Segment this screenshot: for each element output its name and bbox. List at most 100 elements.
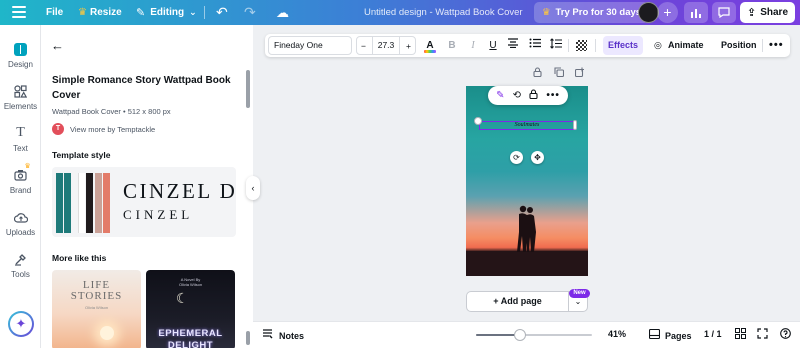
author-link[interactable]: T View more by Temptackle bbox=[52, 123, 155, 135]
tools-icon bbox=[14, 252, 28, 266]
rail-item-text[interactable]: T Text bbox=[0, 125, 41, 153]
comment-icon bbox=[718, 7, 730, 18]
animate-button[interactable]: ◎ Animate bbox=[654, 36, 704, 55]
rail-item-label: Design bbox=[8, 60, 33, 69]
color-swatch bbox=[95, 173, 102, 233]
lock-icon[interactable] bbox=[529, 89, 538, 102]
left-rail: Design Elements T Text ♛ Brand Uploads T… bbox=[0, 25, 41, 348]
panel-scrollbar[interactable] bbox=[246, 70, 250, 108]
divider bbox=[595, 39, 596, 52]
lock-icon[interactable] bbox=[533, 67, 542, 80]
text-color-bar bbox=[424, 50, 436, 53]
thumbnail-author: A Novel By Olivia Wilson bbox=[178, 277, 203, 287]
add-page-button[interactable]: + Add page bbox=[466, 291, 569, 312]
rail-item-design[interactable]: Design bbox=[0, 42, 41, 69]
more-like-this-heading: More like this bbox=[52, 253, 107, 263]
template-title: Simple Romance Story Wattpad Book Cover bbox=[52, 75, 231, 101]
panel-scrollbar-lower[interactable] bbox=[246, 331, 250, 345]
position-button[interactable]: Position bbox=[721, 36, 757, 55]
color-swatch bbox=[64, 173, 71, 233]
font-size-stepper[interactable]: − 27.3 + bbox=[356, 36, 416, 55]
rail-item-tools[interactable]: Tools bbox=[0, 252, 41, 279]
template-thumbnail[interactable]: LIFE STORIES Olivia Wilson bbox=[52, 270, 141, 348]
list-icon[interactable] bbox=[528, 38, 542, 53]
thumbnail-author: Olivia Wilson bbox=[84, 305, 109, 310]
pages-button[interactable]: Pages bbox=[648, 328, 692, 342]
transparency-icon[interactable] bbox=[576, 40, 587, 51]
moon-icon: ☾ bbox=[176, 290, 189, 306]
author-avatar: T bbox=[52, 123, 64, 135]
file-menu[interactable]: File bbox=[46, 0, 63, 25]
help-icon[interactable] bbox=[780, 328, 791, 342]
insights-chart-button[interactable] bbox=[684, 2, 708, 23]
add-page-icon[interactable] bbox=[574, 67, 585, 80]
user-avatar[interactable] bbox=[638, 2, 659, 23]
comments-button[interactable] bbox=[712, 2, 736, 23]
rail-item-brand[interactable]: ♛ Brand bbox=[0, 163, 41, 195]
italic-button[interactable]: I bbox=[467, 38, 479, 53]
magic-assistant-button[interactable]: ✦ bbox=[8, 311, 34, 337]
align-center-icon[interactable] bbox=[506, 38, 520, 53]
rail-item-label: Elements bbox=[3, 102, 38, 111]
selection-box[interactable] bbox=[479, 121, 575, 130]
editing-mode-dropdown[interactable]: ✎ Editing ⌄ bbox=[136, 0, 197, 25]
spacing-icon[interactable] bbox=[549, 38, 563, 53]
crown-icon: ♛ bbox=[542, 7, 551, 18]
crown-icon: ♛ bbox=[78, 7, 87, 18]
zoom-level[interactable]: 41% bbox=[608, 329, 626, 339]
zoom-slider[interactable] bbox=[476, 329, 592, 341]
pencil-icon: ✎ bbox=[136, 7, 146, 19]
grid-view-icon[interactable] bbox=[735, 328, 746, 342]
template-dimensions: Wattpad Book Cover • 512 x 800 px bbox=[52, 107, 171, 116]
rotate-icon[interactable]: ⟳ bbox=[510, 151, 523, 164]
sparkle-icon: ✦ bbox=[10, 313, 32, 335]
template-style-card[interactable]: CINZEL DEC CINZEL bbox=[52, 167, 236, 237]
rail-item-label: Text bbox=[13, 144, 28, 153]
font-sample-heading: CINZEL DEC bbox=[123, 179, 236, 203]
share-button[interactable]: ⇪ Share bbox=[740, 2, 796, 23]
resize-handle[interactable] bbox=[573, 120, 577, 130]
author-link-label: View more by Temptackle bbox=[70, 124, 156, 134]
pages-icon bbox=[648, 328, 661, 342]
rail-item-label: Brand bbox=[9, 186, 32, 195]
back-arrow-icon[interactable]: ← bbox=[51, 38, 64, 53]
document-title[interactable]: Untitled design - Wattpad Book Cover bbox=[364, 0, 523, 25]
cloud-saved-icon[interactable]: ☁ bbox=[276, 0, 289, 25]
undo-icon[interactable]: ↶ bbox=[216, 0, 228, 25]
design-page[interactable] bbox=[466, 86, 588, 276]
duplicate-page-icon[interactable] bbox=[554, 67, 565, 80]
notes-button[interactable]: Notes bbox=[262, 329, 304, 342]
invite-plus-button[interactable]: + bbox=[657, 2, 678, 23]
effects-button[interactable]: Effects bbox=[603, 36, 644, 55]
move-icon[interactable]: ✥ bbox=[531, 151, 544, 164]
upload-arrow-icon: ⇪ bbox=[747, 7, 757, 19]
font-size-value[interactable]: 27.3 bbox=[371, 37, 401, 54]
text-icon: T bbox=[16, 125, 25, 140]
rail-item-elements[interactable]: Elements bbox=[0, 84, 41, 111]
more-options-icon[interactable]: ••• bbox=[769, 36, 784, 55]
template-thumbnail[interactable]: A Novel By Olivia Wilson ☾ EPHEMERAL DEL… bbox=[146, 270, 235, 348]
page-counter: 1 / 1 bbox=[704, 329, 722, 339]
redo-icon[interactable]: ↷ bbox=[244, 0, 256, 25]
comment-add-icon[interactable]: ⟲ bbox=[513, 90, 521, 101]
rail-item-uploads[interactable]: Uploads bbox=[0, 210, 41, 237]
increase-size-button[interactable]: + bbox=[406, 41, 411, 51]
notes-icon bbox=[262, 329, 273, 342]
thumbnail-title: LIFE STORIES bbox=[70, 279, 123, 302]
bold-button[interactable]: B bbox=[446, 38, 458, 53]
magic-edit-icon[interactable]: ✎ bbox=[496, 90, 504, 101]
font-sample-body: CINZEL bbox=[123, 207, 194, 222]
collapse-panel-button[interactable]: ‹ bbox=[246, 176, 260, 200]
resize-handle[interactable] bbox=[474, 117, 482, 125]
underline-button[interactable]: U bbox=[487, 38, 499, 53]
resize-button[interactable]: ♛ Resize bbox=[78, 0, 122, 25]
hamburger-menu-icon[interactable] bbox=[12, 6, 26, 18]
font-family-dropdown[interactable]: Fineday One bbox=[268, 36, 352, 55]
cloud-upload-icon bbox=[13, 210, 28, 224]
decrease-size-button[interactable]: − bbox=[361, 41, 366, 51]
try-pro-button[interactable]: ♛ Try Pro for 30 days bbox=[534, 2, 650, 23]
share-label: Share bbox=[760, 7, 789, 18]
zoom-slider-handle[interactable] bbox=[514, 329, 527, 341]
more-options-icon[interactable]: ••• bbox=[546, 90, 560, 101]
fullscreen-icon[interactable] bbox=[757, 328, 768, 342]
